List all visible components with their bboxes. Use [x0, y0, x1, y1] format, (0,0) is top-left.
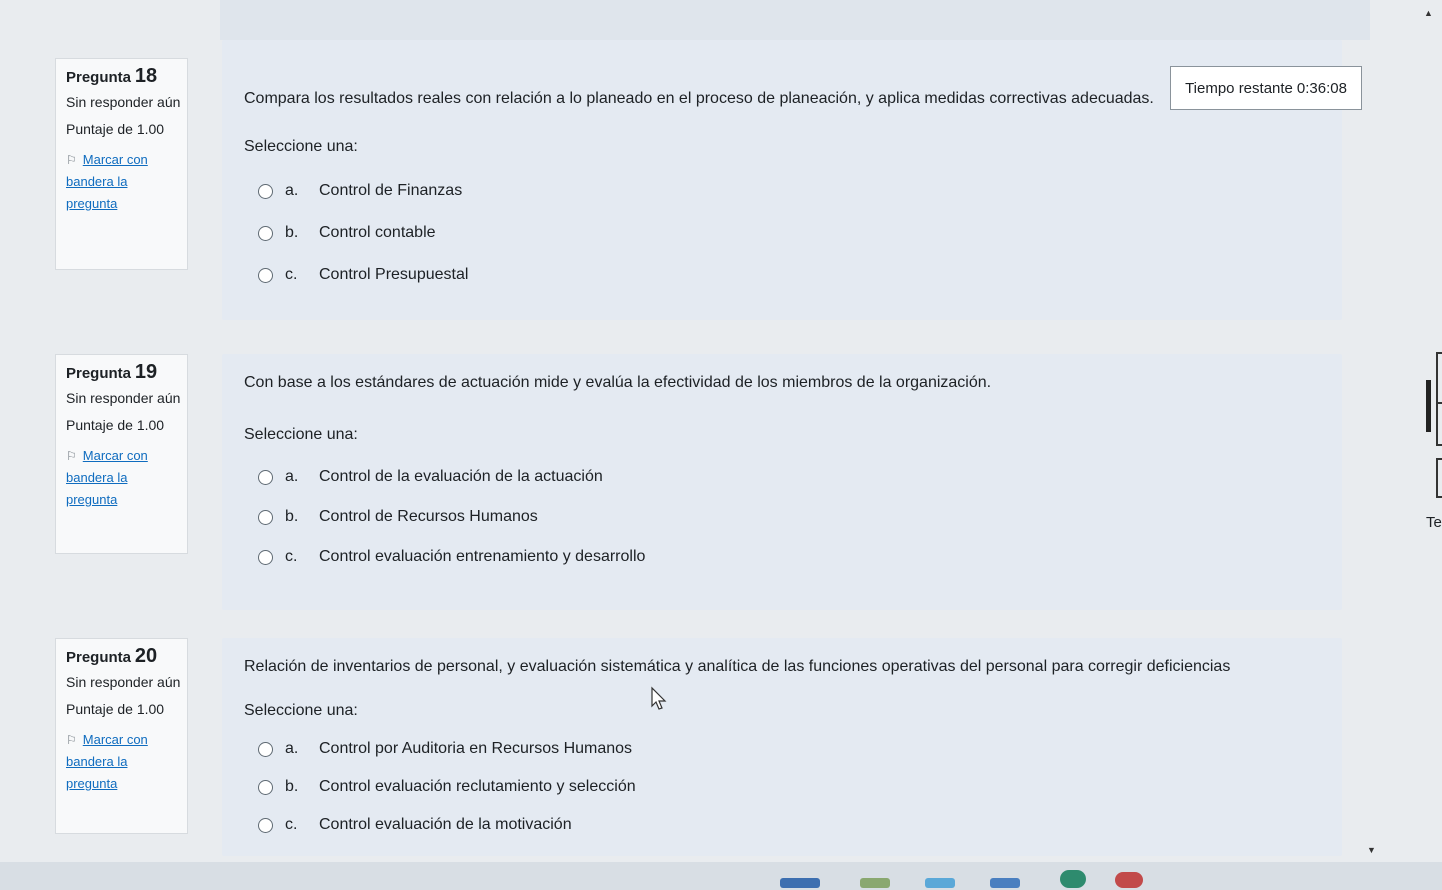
radio-button[interactable]	[258, 817, 273, 833]
scroll-down-arrow-icon[interactable]: ▼	[1367, 845, 1376, 855]
scroll-up-arrow-icon[interactable]: ▲	[1424, 8, 1433, 18]
question-info: Pregunta 18 Sin responder aún Puntaje de…	[55, 58, 188, 270]
radio-button[interactable]	[258, 183, 273, 199]
mouse-cursor-icon	[651, 686, 667, 710]
question-number: Pregunta 18	[66, 65, 158, 87]
flag-icon: ⚐	[66, 733, 77, 747]
taskbar-item[interactable]	[1115, 872, 1143, 888]
question-grade: Puntaje de 1.00	[66, 417, 165, 433]
radio-button[interactable]	[258, 469, 273, 485]
radio-button[interactable]	[258, 267, 273, 283]
question-content: Con base a los estándares de actuación m…	[222, 354, 1342, 610]
answer-option-a[interactable]: a. Control por Auditoria en Recursos Hum…	[258, 740, 632, 758]
select-prompt: Seleccione una:	[244, 426, 358, 443]
time-remaining: Tiempo restante 0:36:08	[1170, 66, 1362, 110]
answer-option-a[interactable]: a. Control de Finanzas	[258, 182, 462, 200]
taskbar-item[interactable]	[990, 878, 1020, 888]
radio-button[interactable]	[258, 225, 273, 241]
radio-button[interactable]	[258, 779, 273, 795]
radio-button[interactable]	[258, 509, 273, 525]
partial-box	[1436, 352, 1442, 404]
taskbar-item[interactable]	[925, 878, 955, 888]
question-number: Pregunta 20	[66, 645, 158, 667]
right-edge-panel: Te	[1424, 340, 1442, 550]
question-text: Compara los resultados reales con relaci…	[244, 90, 1154, 107]
question-content: Relación de inventarios de personal, y e…	[222, 638, 1342, 856]
top-band	[220, 0, 1370, 40]
flag-icon: ⚐	[66, 449, 77, 463]
taskbar-item[interactable]	[780, 878, 820, 888]
answer-option-c[interactable]: c. Control evaluación entrenamiento y de…	[258, 548, 645, 566]
answer-option-b[interactable]: b. Control evaluación reclutamiento y se…	[258, 778, 636, 796]
question-info: Pregunta 19 Sin responder aún Puntaje de…	[55, 354, 188, 554]
taskbar-item[interactable]	[1060, 870, 1086, 888]
answer-option-b[interactable]: b. Control de Recursos Humanos	[258, 508, 538, 526]
radio-button[interactable]	[258, 549, 273, 565]
question-grade: Puntaje de 1.00	[66, 701, 165, 717]
taskbar	[0, 862, 1442, 890]
question-info: Pregunta 20 Sin responder aún Puntaje de…	[55, 638, 188, 834]
question-state: Sin responder aún	[66, 390, 181, 406]
question-state: Sin responder aún	[66, 674, 181, 690]
answer-option-a[interactable]: a. Control de la evaluación de la actuac…	[258, 468, 603, 486]
select-prompt: Seleccione una:	[244, 702, 358, 719]
answer-option-b[interactable]: b. Control contable	[258, 224, 436, 242]
question-text: Con base a los estándares de actuación m…	[244, 374, 992, 391]
flag-question-link[interactable]: ⚐ Marcar con bandera la pregunta	[66, 445, 176, 511]
answer-option-c[interactable]: c. Control evaluación de la motivación	[258, 816, 572, 834]
radio-button[interactable]	[258, 741, 273, 757]
question-state: Sin responder aún	[66, 94, 181, 110]
select-prompt: Seleccione una:	[244, 138, 358, 155]
question-text: Relación de inventarios de personal, y e…	[244, 658, 1231, 675]
question-number: Pregunta 19	[66, 361, 158, 383]
flag-question-link[interactable]: ⚐ Marcar con bandera la pregunta	[66, 729, 176, 795]
scroll-marker	[1426, 380, 1431, 432]
partial-box	[1436, 458, 1442, 498]
flag-icon: ⚐	[66, 153, 77, 167]
flag-question-link[interactable]: ⚐ Marcar con bandera la pregunta	[66, 149, 176, 215]
answer-option-c[interactable]: c. Control Presupuestal	[258, 266, 468, 284]
taskbar-item[interactable]	[860, 878, 890, 888]
question-grade: Puntaje de 1.00	[66, 121, 165, 137]
partial-side-text: Te	[1426, 514, 1442, 531]
partial-box	[1436, 402, 1442, 446]
